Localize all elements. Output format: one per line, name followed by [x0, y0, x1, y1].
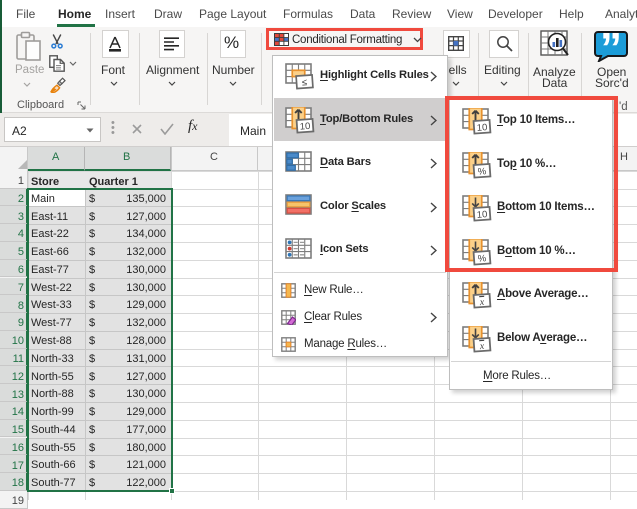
svg-text:10: 10 — [299, 121, 310, 133]
svg-text:”: ” — [600, 30, 622, 62]
svg-text:≤: ≤ — [302, 77, 308, 88]
